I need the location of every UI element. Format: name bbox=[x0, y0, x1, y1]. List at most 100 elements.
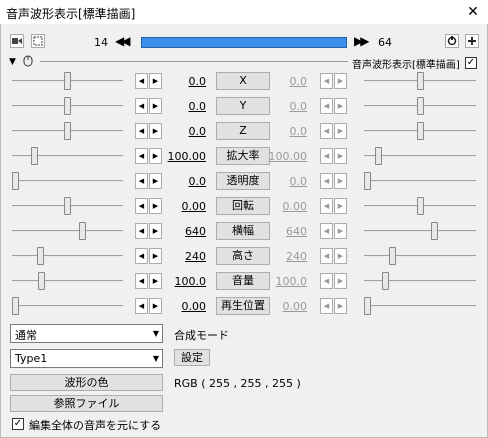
right-slider-track[interactable] bbox=[364, 230, 476, 232]
right-value[interactable]: 0.00 bbox=[257, 200, 308, 213]
left-value[interactable]: 0.00 bbox=[156, 300, 207, 313]
decrement-icon[interactable]: ◀ bbox=[135, 248, 148, 264]
left-value[interactable]: 0.0 bbox=[156, 75, 207, 88]
close-icon: ✕ bbox=[467, 4, 479, 20]
left-slider-track[interactable] bbox=[12, 155, 123, 157]
decrement-icon[interactable]: ◀ bbox=[320, 248, 333, 264]
next-frame-icon[interactable]: ▶▶ bbox=[354, 34, 370, 48]
right-value[interactable]: 0.00 bbox=[257, 300, 308, 313]
left-slider-thumb[interactable] bbox=[64, 72, 71, 90]
collapse-triangle-icon[interactable]: ▼ bbox=[9, 57, 16, 67]
decrement-icon[interactable]: ◀ bbox=[135, 223, 148, 239]
right-slider-thumb[interactable] bbox=[417, 197, 424, 215]
left-slider-thumb[interactable] bbox=[12, 172, 19, 190]
increment-icon[interactable]: ▶ bbox=[334, 198, 347, 214]
right-slider-thumb[interactable] bbox=[389, 247, 396, 265]
decrement-icon[interactable]: ◀ bbox=[135, 273, 148, 289]
decrement-icon[interactable]: ◀ bbox=[135, 73, 148, 89]
right-slider-track[interactable] bbox=[364, 180, 476, 182]
left-value[interactable]: 0.0 bbox=[156, 125, 207, 138]
decrement-icon[interactable]: ◀ bbox=[320, 223, 333, 239]
decrement-icon[interactable]: ◀ bbox=[135, 173, 148, 189]
left-value[interactable]: 240 bbox=[156, 250, 206, 263]
decrement-icon[interactable]: ◀ bbox=[135, 298, 148, 314]
increment-icon[interactable]: ▶ bbox=[334, 98, 347, 114]
filter-enabled-checkbox[interactable]: ✓ bbox=[465, 57, 477, 69]
increment-icon[interactable]: ▶ bbox=[334, 73, 347, 89]
increment-icon[interactable]: ▶ bbox=[334, 248, 347, 264]
close-button[interactable]: ✕ bbox=[458, 0, 488, 24]
camera-control-icon[interactable] bbox=[10, 34, 24, 48]
left-slider-thumb[interactable] bbox=[38, 272, 45, 290]
right-slider-thumb[interactable] bbox=[382, 272, 389, 290]
right-slider-thumb[interactable] bbox=[417, 122, 424, 140]
clipping-icon[interactable] bbox=[31, 34, 45, 48]
left-slider-track[interactable] bbox=[12, 305, 123, 307]
decrement-icon[interactable]: ◀ bbox=[320, 98, 333, 114]
right-slider-thumb[interactable] bbox=[417, 72, 424, 90]
right-slider-track[interactable] bbox=[364, 305, 476, 307]
right-slider-thumb[interactable] bbox=[375, 147, 382, 165]
right-value[interactable]: 0.0 bbox=[257, 125, 308, 138]
right-slider-thumb[interactable] bbox=[417, 97, 424, 115]
right-value[interactable]: 100.0 bbox=[257, 275, 308, 288]
left-slider-thumb[interactable] bbox=[12, 297, 19, 315]
decrement-icon[interactable]: ◀ bbox=[320, 73, 333, 89]
left-slider-thumb[interactable] bbox=[64, 197, 71, 215]
right-slider-thumb[interactable] bbox=[364, 297, 371, 315]
decrement-icon[interactable]: ◀ bbox=[135, 98, 148, 114]
right-value[interactable]: 100.00 bbox=[257, 150, 308, 163]
left-value[interactable]: 0.0 bbox=[156, 175, 207, 188]
left-value[interactable]: 0.0 bbox=[156, 100, 207, 113]
type-select[interactable]: Type1 ▼ bbox=[10, 349, 163, 368]
link-icon[interactable] bbox=[445, 34, 459, 48]
left-slider-track[interactable] bbox=[12, 230, 123, 232]
right-slider-track[interactable] bbox=[364, 255, 476, 257]
left-slider-track[interactable] bbox=[12, 280, 123, 282]
settings-button[interactable]: 設定 bbox=[174, 349, 210, 366]
wave-color-button[interactable]: 波形の色 bbox=[10, 374, 163, 391]
decrement-icon[interactable]: ◀ bbox=[320, 148, 333, 164]
decrement-icon[interactable]: ◀ bbox=[320, 173, 333, 189]
left-value[interactable]: 0.00 bbox=[156, 200, 207, 213]
right-slider-track[interactable] bbox=[364, 280, 476, 282]
right-value[interactable]: 640 bbox=[257, 225, 307, 238]
decrement-icon[interactable]: ◀ bbox=[320, 198, 333, 214]
reference-file-button[interactable]: 参照ファイル bbox=[10, 395, 163, 412]
increment-icon[interactable]: ▶ bbox=[334, 223, 347, 239]
left-value[interactable]: 100.0 bbox=[156, 275, 207, 288]
increment-icon[interactable]: ▶ bbox=[334, 148, 347, 164]
left-value[interactable]: 100.00 bbox=[156, 150, 207, 163]
left-slider-track[interactable] bbox=[12, 255, 123, 257]
increment-icon[interactable]: ▶ bbox=[334, 173, 347, 189]
decrement-icon[interactable]: ◀ bbox=[135, 123, 148, 139]
right-value[interactable]: 0.0 bbox=[257, 175, 308, 188]
prev-frame-icon[interactable]: ◀◀ bbox=[115, 34, 131, 48]
left-slider-thumb[interactable] bbox=[64, 122, 71, 140]
mouse-icon bbox=[23, 55, 33, 67]
blend-mode-select[interactable]: 通常 ▼ bbox=[10, 324, 163, 343]
decrement-icon[interactable]: ◀ bbox=[135, 148, 148, 164]
left-slider-thumb[interactable] bbox=[79, 222, 86, 240]
right-value[interactable]: 0.0 bbox=[257, 75, 308, 88]
decrement-icon[interactable]: ◀ bbox=[320, 298, 333, 314]
right-value[interactable]: 240 bbox=[257, 250, 307, 263]
decrement-icon[interactable]: ◀ bbox=[135, 198, 148, 214]
add-filter-icon[interactable] bbox=[465, 34, 479, 48]
right-slider-thumb[interactable] bbox=[364, 172, 371, 190]
left-slider-thumb[interactable] bbox=[37, 247, 44, 265]
timeline-bar[interactable] bbox=[141, 37, 347, 48]
whole-audio-checkbox[interactable]: ✓ bbox=[12, 418, 24, 430]
right-slider-thumb[interactable] bbox=[431, 222, 438, 240]
left-slider-thumb[interactable] bbox=[64, 97, 71, 115]
window-title: 音声波形表示[標準描画] bbox=[6, 7, 136, 21]
decrement-icon[interactable]: ◀ bbox=[320, 273, 333, 289]
increment-icon[interactable]: ▶ bbox=[334, 123, 347, 139]
left-slider-thumb[interactable] bbox=[31, 147, 38, 165]
left-value[interactable]: 640 bbox=[156, 225, 206, 238]
increment-icon[interactable]: ▶ bbox=[334, 298, 347, 314]
decrement-icon[interactable]: ◀ bbox=[320, 123, 333, 139]
increment-icon[interactable]: ▶ bbox=[334, 273, 347, 289]
left-slider-track[interactable] bbox=[12, 180, 123, 182]
right-value[interactable]: 0.0 bbox=[257, 100, 308, 113]
